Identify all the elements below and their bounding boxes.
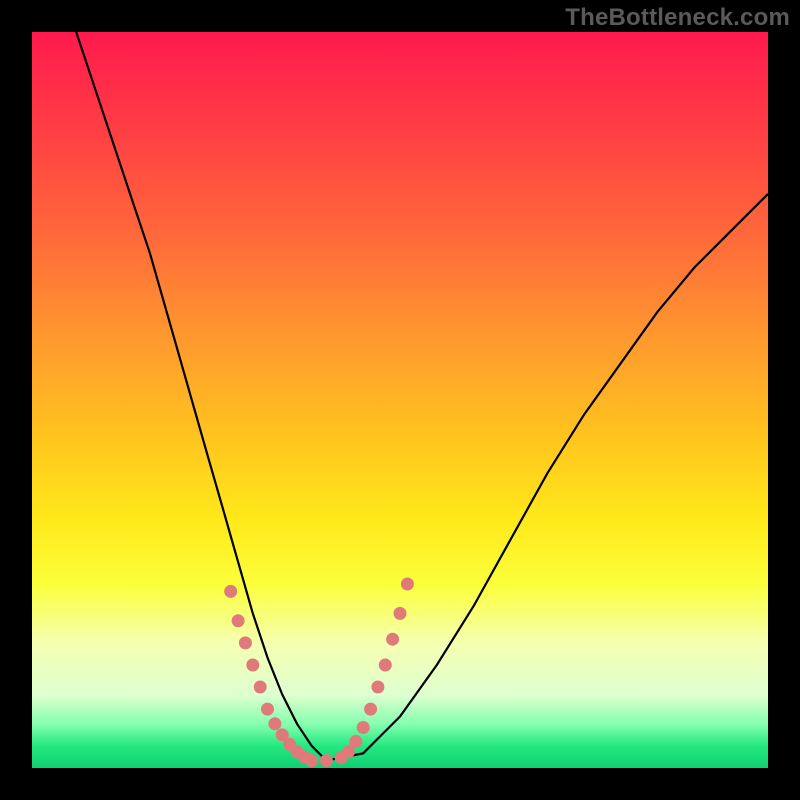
marker-point <box>349 735 362 748</box>
marker-point <box>364 703 377 716</box>
plot-area <box>32 32 768 768</box>
marker-point <box>254 681 267 694</box>
bottleneck-curve <box>76 32 768 761</box>
marker-point <box>401 578 414 591</box>
watermark-text: TheBottleneck.com <box>565 4 790 32</box>
marker-point <box>268 717 281 730</box>
marker-point <box>357 721 370 734</box>
marker-point <box>261 703 274 716</box>
marker-point <box>305 754 318 767</box>
marker-group <box>224 578 414 768</box>
marker-point <box>379 659 392 672</box>
marker-point <box>386 633 399 646</box>
marker-point <box>232 614 245 627</box>
bottleneck-curve-svg <box>32 32 768 768</box>
marker-point <box>239 636 252 649</box>
marker-point <box>224 585 237 598</box>
marker-point <box>246 659 259 672</box>
marker-point <box>371 681 384 694</box>
marker-point <box>394 607 407 620</box>
marker-point <box>320 754 333 767</box>
